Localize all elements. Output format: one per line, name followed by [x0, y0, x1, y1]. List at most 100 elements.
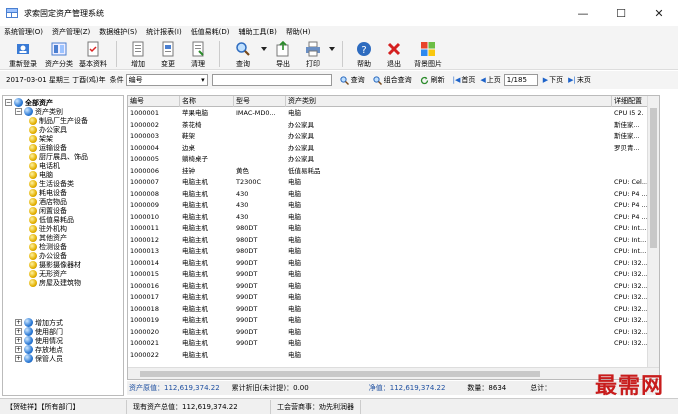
table-row[interactable]: 1000013 电脑主机 980DT 电脑 CPU: Int... [128, 246, 648, 257]
background-image-button[interactable]: 背景图片 [409, 38, 447, 70]
col-header-config[interactable]: 详细配置 [612, 96, 648, 107]
table-row[interactable]: 1000015 电脑主机 990DT 电脑 CPU: I32... [128, 269, 648, 280]
table-cell: 990DT [236, 327, 258, 336]
change-button[interactable]: 变更 [153, 38, 183, 70]
minimize-button[interactable]: — [564, 0, 602, 26]
refresh-button[interactable]: 刷新 [420, 75, 445, 85]
table-row[interactable]: 1000022 电脑主机 电脑 [128, 350, 648, 361]
table-row[interactable]: 1000021 电脑主机 990DT 电脑 CPU: I32... [128, 338, 648, 349]
col-header-name[interactable]: 名称 [180, 96, 234, 107]
table-row[interactable]: 1000016 电脑主机 990DT 电脑 CPU: I32... [128, 281, 648, 292]
table-row[interactable]: 1000003 鞋架 办公家具 斯佳家... [128, 131, 648, 142]
horizontal-scrollbar[interactable] [128, 367, 659, 379]
refresh-label: 刷新 [430, 76, 445, 84]
table-cell: 斯佳家... [614, 120, 640, 129]
chevron-down-icon [329, 47, 335, 51]
menu-report[interactable]: 统计报表(I) [146, 27, 182, 37]
menu-help[interactable]: 帮助(H) [286, 27, 311, 37]
search-input[interactable] [211, 74, 332, 86]
table-cell: 电脑 [288, 109, 301, 117]
table-cell: CPU: I32... [614, 327, 648, 336]
globe-icon [24, 318, 33, 327]
tree-item[interactable]: 房屋及建筑物 [29, 278, 81, 287]
close-button[interactable]: ✕ [640, 0, 678, 26]
expand-icon[interactable]: + [15, 328, 22, 335]
table-cell [234, 131, 286, 142]
condition-label: 条件 [109, 76, 124, 84]
category-icon [29, 224, 37, 233]
table-row[interactable]: 1000005 躺椅桌子 办公家具 [128, 154, 648, 165]
table-row[interactable]: 1000002 茶花椅 办公家具 斯佳家... [128, 120, 648, 131]
scroll-thumb[interactable] [650, 108, 657, 248]
next-page-label: 下页 [549, 76, 564, 84]
status-total-value: 现有资产总值：112,619,374.22 [127, 399, 271, 414]
col-header-category[interactable]: 资产类别 [286, 96, 612, 107]
table-row[interactable]: 1000006 挂钟 黄色 低值易耗品 [128, 166, 648, 177]
print-dropdown[interactable] [328, 38, 336, 70]
table-cell: 1000021 [130, 339, 159, 347]
collapse-icon[interactable]: − [5, 99, 12, 106]
query-dropdown[interactable] [260, 38, 268, 70]
table-row[interactable]: 1000008 电脑主机 430 电脑 CPU: P4 ... [128, 189, 648, 200]
table-row[interactable]: 1000001 苹果电脑 IMAC-MD0... 电脑 CPU I5 2. [128, 108, 648, 119]
exit-button[interactable]: 退出 [379, 38, 409, 70]
tree-group[interactable]: + 保管人员 [15, 354, 63, 363]
query-button-small[interactable]: 查询 [339, 75, 365, 85]
menu-lowvalue[interactable]: 低值易耗(D) [191, 27, 230, 37]
relogin-button[interactable]: 重新登录 [4, 38, 42, 70]
first-page-button[interactable]: |◀ 首页 [453, 75, 476, 85]
table-cell: CPU: I32... [614, 270, 648, 278]
table-row[interactable]: 1000010 电脑主机 430 电脑 CPU: P4 ... [128, 212, 648, 223]
category-button[interactable]: 资产分类 [42, 38, 76, 70]
expand-icon[interactable]: + [15, 337, 22, 344]
table-row[interactable]: 1000018 电脑主机 990DT 电脑 CPU: I32... [128, 304, 648, 315]
col-header-id[interactable]: 编号 [128, 96, 180, 107]
table-row[interactable]: 1000017 电脑主机 990DT 电脑 CPU: I32... [128, 292, 648, 303]
table-row[interactable]: 1000014 电脑主机 990DT 电脑 CPU: I32... [128, 258, 648, 269]
vertical-scrollbar[interactable] [647, 96, 659, 368]
table-row[interactable]: 1000011 电脑主机 980DT 电脑 CPU: Int... [128, 223, 648, 234]
prev-page-button[interactable]: ◀ 上页 [480, 75, 500, 85]
menu-system[interactable]: 系统管理(O) [4, 27, 43, 37]
condition-select[interactable]: 编号 ▾ [125, 74, 208, 86]
document-check-icon [87, 41, 99, 57]
menu-data[interactable]: 数据维护(S) [99, 27, 137, 37]
maximize-button[interactable]: ☐ [602, 0, 640, 26]
table-cell: 电脑主机 [182, 201, 208, 209]
last-page-button[interactable]: ▶| 末页 [568, 75, 591, 85]
expand-icon[interactable]: + [15, 355, 22, 362]
menu-tools[interactable]: 辅助工具(B) [239, 27, 277, 37]
menu-asset[interactable]: 资产管理(Z) [52, 27, 90, 37]
table-row[interactable]: 1000019 电脑主机 990DT 电脑 CPU: I32... [128, 315, 648, 326]
summary-original-value: 资产原值：112,619,374.22 [129, 384, 220, 392]
table-cell: 980DT [236, 224, 258, 232]
expand-icon[interactable]: + [15, 319, 22, 326]
asset-tree: − 全部资产 − 资产类别 制品厂生产设备 办公家具 架架 运输设备 厨厅展具、饰品 电话… [2, 95, 124, 396]
export-button[interactable]: 导出 [268, 38, 298, 70]
table-row[interactable]: 1000009 电脑主机 430 电脑 CPU: P4 ... [128, 200, 648, 211]
help-button[interactable]: ? 帮助 [349, 38, 379, 70]
table-cell: CPU: Int... [614, 235, 647, 244]
table-cell: 办公家具 [288, 155, 314, 163]
table-row[interactable]: 1000020 电脑主机 990DT 电脑 CPU: I32... [128, 327, 648, 338]
basic-info-button[interactable]: 基本资料 [76, 38, 110, 70]
col-header-model[interactable]: 型号 [234, 96, 286, 107]
table-row[interactable]: 1000012 电脑主机 980DT 电脑 CPU: Int... [128, 235, 648, 246]
clear-button[interactable]: 清理 [183, 38, 213, 70]
magnifier-icon [339, 75, 349, 85]
query-button[interactable]: 查询 [226, 38, 260, 70]
table-row[interactable]: 1000007 电脑主机 T2300C 电脑 CPU: Cel... [128, 177, 648, 188]
table-row[interactable]: 1000004 边桌 办公家具 罗贝青... [128, 143, 648, 154]
table-cell: 电脑主机 [182, 316, 208, 324]
table-cell: 1000004 [130, 143, 159, 152]
svg-text:?: ? [361, 45, 366, 56]
page-number-input[interactable]: 1/185 [503, 74, 538, 86]
combo-query-button[interactable]: 组合查询 [372, 75, 412, 85]
scroll-thumb[interactable] [140, 371, 540, 377]
category-icon [29, 179, 37, 188]
add-button[interactable]: 增加 [123, 38, 153, 70]
print-button[interactable]: 打印 [298, 38, 328, 70]
next-page-button[interactable]: ▶ 下页 [543, 75, 563, 85]
collapse-icon[interactable]: − [15, 108, 22, 115]
expand-icon[interactable]: + [15, 346, 22, 353]
